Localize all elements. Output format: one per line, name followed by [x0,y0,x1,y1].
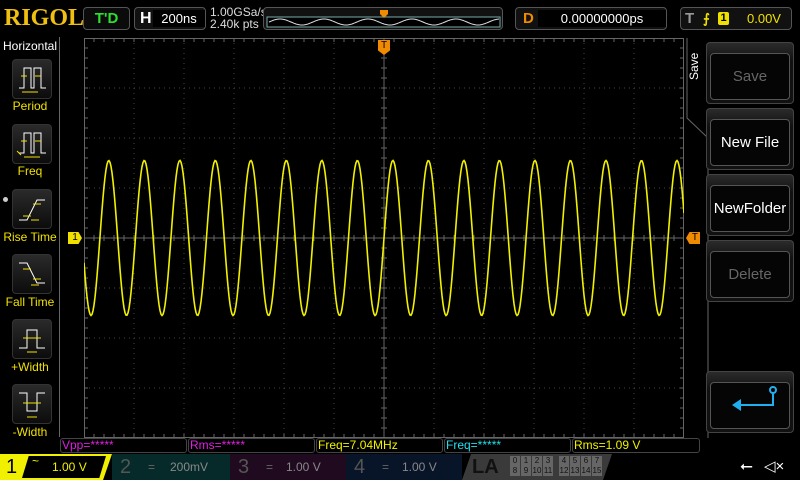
delay-value: 0.00000000ps [538,10,666,27]
channel-bar: 1 ~ 1.00 V 2 = 200mV 3 = 1.00 V 4 = 1.00 V LA … [0,454,800,480]
channel-1-coupling: ~ [32,454,40,468]
la-bit-12: 12 [559,466,569,476]
negative-width-button[interactable] [12,384,52,424]
channel-3-tab[interactable]: 3 = 1.00 V [230,454,346,480]
timebase-box[interactable]: H 200ns [134,7,206,30]
channel-4-number: 4 [354,456,366,478]
speaker-muted-icon[interactable]: ◁× [764,454,784,480]
page-indicator[interactable] [3,197,8,202]
delay-label: D [523,10,534,27]
memory-overview-waveform [266,10,501,28]
right-menu-title: Save [687,52,701,80]
rigol-logo: RIGOL [4,5,85,31]
trigger-label: T [685,10,695,27]
la-bit-9: 9 [521,466,531,476]
measurement-vpp[interactable]: Vpp=***** [60,438,187,453]
channel-3-coupling: = [266,460,274,474]
la-bit-8: 8 [510,466,520,476]
la-bit-3: 3 [543,456,553,466]
delete-label: Delete [710,251,790,298]
period-button[interactable] [12,59,52,99]
channel-1-offset-marker[interactable]: 1 [68,232,82,244]
channel-1-tab[interactable]: 1 ~ 1.00 V [0,454,112,480]
measurement-freq-ch2[interactable]: Freq=***** [444,438,571,453]
la-bit-5: 5 [570,456,580,466]
fall-time-button[interactable] [12,254,52,294]
waveform-display[interactable] [84,38,684,438]
trigger-level: 0.00V [747,11,781,26]
new-folder-button[interactable]: NewFolder [706,174,794,236]
delete-button[interactable]: Delete [706,240,794,302]
freq-label: Freq [17,164,43,178]
timebase-value: 200ns [153,10,205,27]
rising-edge-icon: ⨍ [703,11,710,26]
rise-time-icon [19,199,45,221]
new-file-button[interactable]: New File [706,108,794,170]
period-icon [19,67,46,93]
horizontal-label: H [140,10,152,27]
memory-depth: 2.40k pts [210,17,259,31]
la-bit-4: 4 [559,456,569,466]
return-arrow-icon [732,386,777,411]
measurement-rms-ch1[interactable]: Rms=1.09 V [572,438,700,453]
new-file-label: New File [710,119,790,166]
channel-2-scale: 200mV [170,460,209,474]
channel-4-scale: 1.00 V [402,460,437,474]
back-button[interactable] [706,371,794,433]
channel-4-tab[interactable]: 4 = 1.00 V [346,454,462,480]
la-bit-0: 0 [510,456,520,466]
channel-3-number: 3 [238,456,250,478]
freq-icon [16,132,46,158]
la-bit-13: 13 [570,466,580,476]
save-label: Save [710,53,790,100]
menu-title: Horizontal [2,39,58,53]
la-bit-2: 2 [532,456,542,466]
la-bit-7: 7 [592,456,602,466]
la-bit-10: 10 [532,466,542,476]
usb-icon: ⭠ [740,458,753,475]
measure-menu: Horizontal Period Freq Rise Time Fall Ti… [0,37,60,439]
la-bit-1: 1 [521,456,531,466]
trigger-box[interactable]: T ⨍ 1 0.00V [680,7,792,30]
rise-time-button[interactable] [12,189,52,229]
la-bit-14: 14 [581,466,591,476]
negative-width-label: -Width [12,425,48,439]
negative-width-icon [19,392,45,418]
la-bit-15: 15 [592,466,602,476]
new-folder-label: NewFolder [710,185,790,232]
period-label: Period [12,99,48,113]
la-label: LA [472,456,499,478]
channel-2-tab[interactable]: 2 = 200mV [112,454,230,480]
channel-1-number: 1 [6,456,18,478]
channel-2-coupling: = [148,460,156,474]
rise-time-label: Rise Time [3,230,57,244]
memory-overview[interactable] [263,7,503,30]
positive-width-button[interactable] [12,319,52,359]
positive-width-label: +Width [11,360,49,374]
la-bit-11: 11 [543,466,553,476]
channel-2-number: 2 [120,456,132,478]
la-channel-grid: 0 1 2 3 4 5 6 7 8 9 10 11 12 13 14 15 [510,456,602,476]
measurement-rms-ch3[interactable]: Rms=***** [188,438,315,453]
fall-time-icon [19,262,45,286]
fall-time-label: Fall Time [5,295,55,309]
positive-width-icon [19,329,45,353]
acquisition-info: 1.00GSa/s 2.40k pts [210,6,267,30]
save-button[interactable]: Save [706,42,794,104]
channel-1-scale: 1.00 V [52,460,87,474]
logic-analyzer-tab[interactable]: LA 0 1 2 3 4 5 6 7 8 9 10 11 12 13 14 15 [462,454,612,480]
measurement-freq-ch1[interactable]: Freq=7.04MHz [316,438,443,453]
freq-button[interactable] [12,124,52,164]
trigger-source: 1 [718,12,729,25]
channel-3-scale: 1.00 V [286,460,321,474]
delay-box[interactable]: D 0.00000000ps [515,7,667,30]
la-bit-6: 6 [581,456,591,466]
run-status[interactable]: T'D [83,7,130,30]
channel-4-coupling: = [382,460,390,474]
